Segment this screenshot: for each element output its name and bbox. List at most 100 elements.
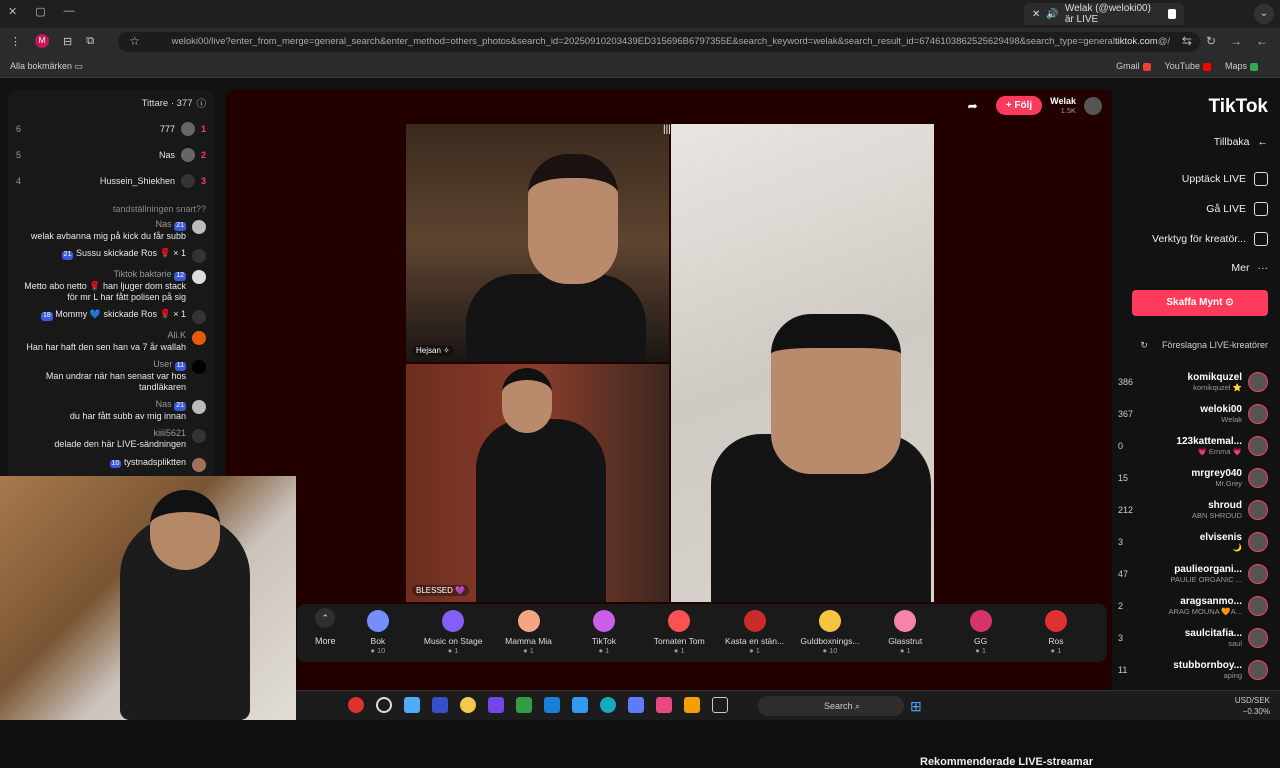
- get-coins-button[interactable]: Skaffa Mynt ⊙: [1132, 290, 1268, 316]
- chat-message[interactable]: Nas 21 welak avbanna mig på kick du får s…: [8, 216, 214, 245]
- rank-row[interactable]: 6 777 1: [8, 116, 214, 142]
- streamer-avatar[interactable]: [1084, 96, 1102, 115]
- extensions-icon[interactable]: ⧉: [86, 35, 94, 48]
- gift-item[interactable]: Music on Stage ● 1: [420, 608, 486, 662]
- suggested-creator[interactable]: 3 saulcitafia... saul: [1118, 624, 1268, 652]
- app-icon[interactable]: [516, 697, 532, 713]
- bookmark-youtube[interactable]: YouTube: [1165, 61, 1211, 71]
- suggested-creator[interactable]: 386 komikquzel komikquzel ⭐: [1118, 368, 1268, 396]
- maximize-window-icon[interactable]: ▢: [35, 5, 45, 18]
- chat-message[interactable]: Tiktok baktərie 12 Metto abo netto 🌹 han …: [8, 266, 214, 306]
- creator-avatar: [1248, 436, 1268, 456]
- guest-video-2[interactable]: BLESSED 💜: [406, 364, 669, 602]
- suggested-creator[interactable]: 11 stubbornboy... aping: [1118, 656, 1268, 684]
- bookmark-gmail[interactable]: Gmail: [1116, 61, 1151, 71]
- gift-icon: [442, 610, 465, 632]
- viewers-header[interactable]: Tittare · 377 ⓘ: [8, 90, 214, 116]
- tab-close-icon[interactable]: ✕: [1032, 9, 1040, 20]
- gift-item[interactable]: Bok ● 10: [345, 608, 411, 662]
- creator-subtitle: ARAG MOUNA 🧡A...: [1168, 607, 1242, 616]
- cast-icon[interactable]: ⊟: [63, 35, 72, 48]
- gift-item[interactable]: TikTok ● 1: [571, 608, 637, 662]
- gift-item[interactable]: Guldboxnings... ● 10: [797, 608, 863, 662]
- audio-icon[interactable]: 🔊: [1046, 9, 1058, 20]
- store-icon[interactable]: [572, 697, 588, 713]
- gift-item[interactable]: Mamma Mia ● 1: [496, 608, 562, 662]
- rank-score: 4: [16, 176, 22, 186]
- app-icon[interactable]: [488, 697, 504, 713]
- info-icon[interactable]: ⓘ: [196, 96, 206, 110]
- chat-message[interactable]: Ali.K Han har haft den sen han va 7 år wa…: [8, 327, 214, 356]
- browser-tab[interactable]: ✕ 🔊 Welak (@weloki00) är LIVE: [1024, 3, 1184, 25]
- suggested-creator[interactable]: 15 mrgrey040 Mr.Grey: [1118, 464, 1268, 492]
- gift-icon: [668, 610, 691, 632]
- record-app-icon[interactable]: [348, 697, 364, 713]
- gift-item[interactable]: Kasta en stän... ● 1: [722, 608, 788, 662]
- gift-item[interactable]: Tomaten Tom ● 1: [646, 608, 712, 662]
- app-icon[interactable]: [432, 697, 448, 713]
- tab-search-button[interactable]: ⌄: [1254, 4, 1274, 24]
- taskbar-search[interactable]: Search ⌕: [758, 696, 904, 716]
- gift-price: ● 10: [797, 646, 863, 655]
- bookmark-star-icon[interactable]: ☆: [129, 34, 140, 48]
- close-window-icon[interactable]: ✕: [8, 5, 17, 18]
- explorer-icon[interactable]: [684, 697, 700, 713]
- site-settings-icon[interactable]: ⇆: [1182, 34, 1192, 48]
- profile-avatar[interactable]: M: [35, 34, 49, 48]
- windows-start-icon[interactable]: ⊞: [910, 698, 926, 714]
- gift-item[interactable]: Ros ● 1: [1023, 608, 1089, 662]
- host-video[interactable]: [671, 124, 934, 602]
- chat-message[interactable]: User 11 Man undrar när han senast var hos…: [8, 356, 214, 396]
- menu-icon[interactable]: ⋮: [10, 35, 21, 48]
- nav-creator-tools[interactable]: Verktyg för kreatör...: [1152, 232, 1268, 246]
- guest-video-1[interactable]: Hejsan ✧: [406, 124, 669, 362]
- chat-message[interactable]: kiiii5621 delade den här LIVE-sändningen: [8, 425, 214, 454]
- copilot-icon[interactable]: [656, 697, 672, 713]
- rank-row[interactable]: 4 Hussein_Shiekhen 3: [8, 168, 214, 194]
- nav-more[interactable]: Mer ···: [1231, 262, 1268, 274]
- suggested-creator[interactable]: 0 123kattemal... 💗 Emma 💗: [1118, 432, 1268, 460]
- minimize-window-icon[interactable]: —: [64, 5, 75, 18]
- gift-item[interactable]: GG ● 1: [948, 608, 1014, 662]
- reload-icon[interactable]: ↻: [1206, 34, 1216, 48]
- tiktok-logo[interactable]: TikTok: [1209, 96, 1268, 118]
- photos-app-icon[interactable]: [404, 697, 420, 713]
- creator-subtitle: 💗 Emma 💗: [1197, 447, 1242, 456]
- suggested-creator[interactable]: 367 weloki00 Welak: [1118, 400, 1268, 428]
- obs-icon[interactable]: [376, 697, 392, 713]
- nav-back[interactable]: Tillbaka ←: [1214, 136, 1268, 148]
- nav-discover-live[interactable]: Upptäck LIVE: [1182, 172, 1268, 186]
- edge-icon[interactable]: [600, 697, 616, 713]
- chat-message[interactable]: Nas 21 du har fått subb av mig innan: [8, 396, 214, 425]
- gift-item[interactable]: Glasstrut ● 1: [872, 608, 938, 662]
- chat-message[interactable]: 18 Mommy 💙 skickade Ros 🌹 × 1: [8, 306, 214, 327]
- outlook-icon[interactable]: [544, 697, 560, 713]
- forward-icon[interactable]: →: [1230, 34, 1242, 48]
- chrome-icon[interactable]: [460, 697, 476, 713]
- viewer-count: 2: [1118, 601, 1124, 611]
- teams-icon[interactable]: [628, 697, 644, 713]
- chat-message[interactable]: 21 Sussu skickade Ros 🌹 × 1: [8, 245, 214, 266]
- nav-go-live[interactable]: Gå LIVE: [1206, 202, 1268, 216]
- chat-message[interactable]: 10 tystnadspliktten: [8, 454, 214, 475]
- suggested-creator[interactable]: 212 shroud ABN SHROUD: [1118, 496, 1268, 524]
- gift-name: Bok: [370, 636, 386, 646]
- rank-score: 5: [16, 150, 22, 160]
- task-view-icon[interactable]: [712, 697, 728, 713]
- stock-widget[interactable]: USD/SEK −0.30%: [1235, 695, 1270, 717]
- suggested-creator[interactable]: 3 elvisenis 🌙: [1118, 528, 1268, 556]
- back-icon[interactable]: ←: [1256, 34, 1268, 48]
- bookmark-maps[interactable]: Maps: [1225, 61, 1258, 71]
- share-icon[interactable]: ➦: [968, 99, 978, 113]
- layout-icon[interactable]: |||: [663, 124, 671, 135]
- follow-button[interactable]: + Följ: [995, 96, 1043, 115]
- refresh-icon[interactable]: ↻: [1140, 340, 1148, 350]
- suggested-creator[interactable]: 2 aragsanmo... ARAG MOUNA 🧡A...: [1118, 592, 1268, 620]
- gift-name: Tomaten Tom: [653, 636, 705, 646]
- search-icon: ⌕: [855, 701, 861, 711]
- all-bookmarks[interactable]: Alla bokmärken ▭: [10, 61, 83, 72]
- suggested-creator[interactable]: 47 paulieorgani... PAULIE ORGANIC ...: [1118, 560, 1268, 588]
- more-gifts-button[interactable]: ⌃ More: [315, 608, 336, 662]
- rank-row[interactable]: 5 Nas 2: [8, 142, 214, 168]
- address-bar[interactable]: /@weloki00/live?enter_from_merge=general…: [118, 32, 1200, 52]
